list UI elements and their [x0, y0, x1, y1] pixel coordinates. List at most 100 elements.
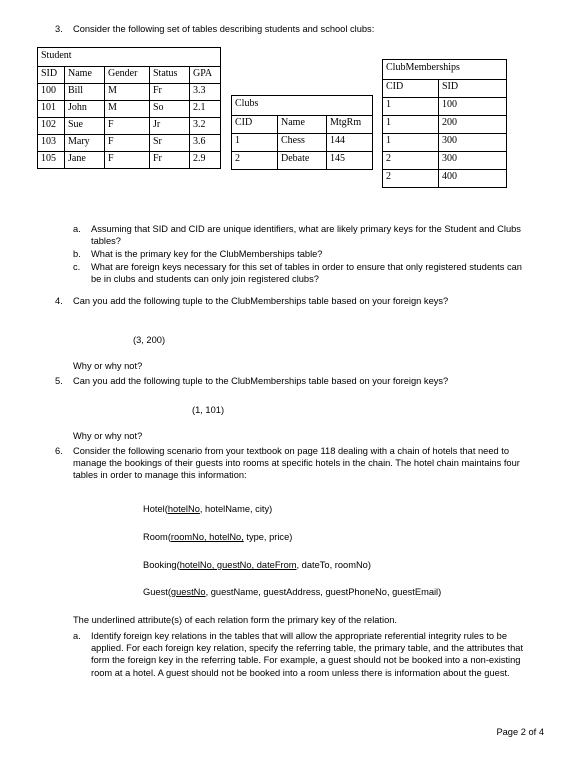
question-3-marker: 3. — [55, 24, 63, 34]
question-6a-text: Identify foreign key relations in the ta… — [91, 631, 524, 678]
memberships-table-title: ClubMemberships — [382, 59, 507, 80]
question-4-text: Can you add the following tuple to the C… — [73, 296, 449, 306]
schema-booking-rest: , dateTo, roomNo) — [296, 560, 371, 570]
question-3c-text: What are foreign keys necessary for this… — [91, 262, 522, 285]
student-header-gender: Gender — [104, 66, 150, 84]
memberships-table-title-row: ClubMemberships — [382, 59, 507, 80]
student-cell: 101 — [37, 100, 65, 118]
question-3c-marker: c. — [73, 262, 81, 272]
clubs-table: Clubs CID Name MtgRm 1 Chess 144 2 Debat… — [231, 95, 373, 170]
clubs-header-name: Name — [277, 115, 327, 134]
student-cell: F — [104, 151, 150, 169]
memberships-cell: 1 — [382, 115, 439, 134]
clubs-cell: 1 — [231, 133, 278, 152]
student-table-header-row: SID Name Gender Status GPA — [37, 66, 221, 84]
question-5-followup: Why or why not? — [73, 431, 143, 441]
student-cell: 3.6 — [189, 134, 221, 152]
clubs-table-title-row: Clubs — [231, 95, 373, 116]
student-table-title: Student — [37, 47, 221, 67]
student-cell: Bill — [64, 83, 105, 101]
memberships-table-header-row: CID SID — [382, 79, 507, 98]
table-row: 102 Sue F Jr 3.2 — [37, 117, 221, 135]
student-cell: M — [104, 100, 150, 118]
page-number-footer: Page 2 of 4 — [496, 727, 544, 737]
schema-booking: Booking(hotelNo, guestNo, dateFrom, date… — [143, 559, 371, 571]
table-row: 1 200 — [382, 115, 507, 134]
memberships-cell: 400 — [438, 169, 507, 188]
question-3a: a. Assuming that SID and CID are unique … — [73, 223, 528, 247]
student-cell: 2.1 — [189, 100, 221, 118]
schema-guest-rest: , guestName, guestAddress, guestPhoneNo,… — [205, 587, 442, 597]
table-row: 100 Bill M Fr 3.3 — [37, 83, 221, 101]
student-cell: So — [149, 100, 190, 118]
question-3: 3. Consider the following set of tables … — [55, 23, 545, 35]
student-cell: M — [104, 83, 150, 101]
student-cell: 103 — [37, 134, 65, 152]
student-cell: F — [104, 134, 150, 152]
schema-room-rest: type, price) — [243, 532, 293, 542]
question-5-marker: 5. — [55, 376, 63, 386]
memberships-cell: 300 — [438, 151, 507, 170]
schema-guest-primary-key: guestNo — [170, 587, 206, 597]
student-cell: John — [64, 100, 105, 118]
student-cell: Jane — [64, 151, 105, 169]
primary-key-note: The underlined attribute(s) of each rela… — [73, 615, 398, 625]
question-4: 4. Can you add the following tuple to th… — [55, 295, 533, 307]
table-row: 1 Chess 144 — [231, 133, 373, 152]
question-3-text: Consider the following set of tables des… — [73, 24, 375, 34]
student-cell: 3.2 — [189, 117, 221, 135]
schema-hotel-primary-key: hotelNo — [167, 504, 200, 514]
table-row: 2 Debate 145 — [231, 151, 373, 170]
student-cell: 105 — [37, 151, 65, 169]
memberships-cell: 300 — [438, 133, 507, 152]
table-row: 1 100 — [382, 97, 507, 116]
question-3a-marker: a. — [73, 224, 81, 234]
student-cell: 100 — [37, 83, 65, 101]
schema-hotel: Hotel(hotelNo, hotelName, city) — [143, 503, 272, 515]
student-header-name: Name — [64, 66, 105, 84]
student-table-title-row: Student — [37, 47, 221, 67]
clubs-cell: 2 — [231, 151, 278, 170]
clubs-table-header-row: CID Name MtgRm — [231, 115, 373, 134]
student-cell: 2.9 — [189, 151, 221, 169]
question-6-text: Consider the following scenario from you… — [73, 446, 520, 481]
student-header-gpa: GPA — [189, 66, 221, 84]
question-3c: c. What are foreign keys necessary for t… — [73, 261, 528, 285]
student-cell: Fr — [149, 151, 190, 169]
student-header-status: Status — [149, 66, 190, 84]
question-5-text: Can you add the following tuple to the C… — [73, 376, 449, 386]
student-cell: Sr — [149, 134, 190, 152]
student-cell: Jr — [149, 117, 190, 135]
memberships-cell: 2 — [382, 169, 439, 188]
question-5-tuple: (1, 101) — [192, 405, 225, 415]
question-6a: a. Identify foreign key relations in the… — [73, 630, 530, 679]
student-header-sid: SID — [37, 66, 65, 84]
question-4-marker: 4. — [55, 296, 63, 306]
memberships-cell: 200 — [438, 115, 507, 134]
question-5: 5. Can you add the following tuple to th… — [55, 375, 533, 387]
memberships-header-sid: SID — [438, 79, 507, 98]
table-row: 105 Jane F Fr 2.9 — [37, 151, 221, 169]
clubs-cell: Chess — [277, 133, 327, 152]
schema-room: Room(roomNo, hotelNo, type, price) — [143, 531, 292, 543]
question-6-marker: 6. — [55, 446, 63, 456]
schema-room-primary-key: roomNo, hotelNo, — [170, 532, 244, 542]
clubs-cell: 145 — [326, 151, 373, 170]
student-cell: Fr — [149, 83, 190, 101]
club-memberships-table: ClubMemberships CID SID 1 100 1 200 1 30… — [382, 59, 507, 188]
table-row: 2 400 — [382, 169, 507, 188]
student-cell: 3.3 — [189, 83, 221, 101]
memberships-header-cid: CID — [382, 79, 439, 98]
table-row: 103 Mary F Sr 3.6 — [37, 134, 221, 152]
question-6a-marker: a. — [73, 631, 81, 641]
schema-hotel-rest: , hotelName, city) — [199, 504, 273, 514]
memberships-cell: 1 — [382, 97, 439, 116]
clubs-cell: Debate — [277, 151, 327, 170]
student-cell: 102 — [37, 117, 65, 135]
question-4-followup: Why or why not? — [73, 361, 143, 371]
memberships-cell: 1 — [382, 133, 439, 152]
schema-room-name: Room — [143, 532, 168, 542]
student-cell: Mary — [64, 134, 105, 152]
clubs-cell: 144 — [326, 133, 373, 152]
table-row: 2 300 — [382, 151, 507, 170]
